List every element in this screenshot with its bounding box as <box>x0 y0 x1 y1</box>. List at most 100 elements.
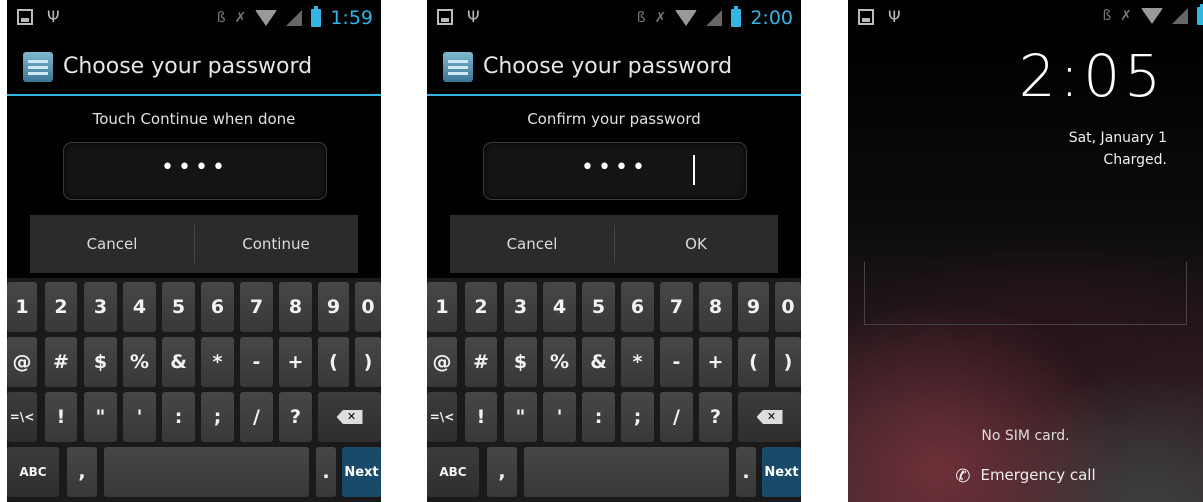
key-single-quote[interactable]: ' <box>123 392 156 442</box>
key-5[interactable]: 5 <box>162 282 195 332</box>
key-percent[interactable]: % <box>543 337 576 387</box>
key-7[interactable]: 7 <box>240 282 273 332</box>
phone-screen-1: Ψ ß ✗ 1:59 Choose your password Touch Co… <box>7 0 381 502</box>
wifi-icon <box>675 10 698 26</box>
key-3[interactable]: 3 <box>504 282 537 332</box>
no-signal-icon: ✗ <box>1120 8 1132 24</box>
cancel-button[interactable]: Cancel <box>450 215 614 273</box>
key-question[interactable]: ? <box>699 392 732 442</box>
key-ampersand[interactable]: & <box>582 337 615 387</box>
key-double-quote[interactable]: " <box>84 392 117 442</box>
key-6[interactable]: 6 <box>621 282 654 332</box>
password-input[interactable]: •••• <box>483 142 747 200</box>
backspace-key[interactable]: ✕ <box>318 392 381 442</box>
password-input[interactable]: •••• <box>63 142 327 200</box>
key-plus[interactable]: + <box>699 337 732 387</box>
ok-button[interactable]: OK <box>614 215 778 273</box>
key-3[interactable]: 3 <box>84 282 117 332</box>
key-6[interactable]: 6 <box>201 282 234 332</box>
key-2[interactable]: 2 <box>465 282 497 332</box>
cancel-button[interactable]: Cancel <box>30 215 194 273</box>
backspace-icon: ✕ <box>336 410 363 424</box>
usb-icon: Ψ <box>888 7 901 26</box>
key-exclamation[interactable]: ! <box>465 392 497 442</box>
bluetooth-icon: ß <box>216 10 226 26</box>
key-9[interactable]: 9 <box>738 282 769 332</box>
key-percent[interactable]: % <box>123 337 156 387</box>
key-comma[interactable]: , <box>67 447 97 497</box>
button-bar: Cancel Continue <box>30 215 358 273</box>
key-minus[interactable]: - <box>660 337 693 387</box>
key-1[interactable]: 1 <box>7 282 37 332</box>
key-question[interactable]: ? <box>279 392 312 442</box>
key-2[interactable]: 2 <box>45 282 77 332</box>
key-asterisk[interactable]: * <box>621 337 654 387</box>
signal-icon <box>286 10 303 26</box>
status-bar: Ψ ß ✗ 2:00 <box>427 0 801 40</box>
key-4[interactable]: 4 <box>123 282 156 332</box>
signal-icon <box>1172 8 1188 24</box>
status-bar: Ψ ß ✗ <box>848 0 1203 40</box>
next-key[interactable]: Next <box>342 447 381 497</box>
key-symbols-shift[interactable]: =\< <box>427 392 457 442</box>
key-dollar[interactable]: $ <box>84 337 117 387</box>
key-comma[interactable]: , <box>487 447 517 497</box>
key-hash[interactable]: # <box>465 337 497 387</box>
usb-icon: Ψ <box>467 7 480 26</box>
key-symbols-shift[interactable]: =\< <box>7 392 37 442</box>
key-dollar[interactable]: $ <box>504 337 537 387</box>
wifi-icon <box>1141 8 1163 24</box>
key-0[interactable]: 0 <box>775 282 801 332</box>
screenshot-icon <box>437 9 453 25</box>
key-semicolon[interactable]: ; <box>201 392 234 442</box>
phone-icon: ✆ <box>955 466 971 487</box>
space-key[interactable] <box>104 447 309 497</box>
key-double-quote[interactable]: " <box>504 392 537 442</box>
key-8[interactable]: 8 <box>279 282 312 332</box>
unlock-area[interactable] <box>864 262 1187 325</box>
key-asterisk[interactable]: * <box>201 337 234 387</box>
key-semicolon[interactable]: ; <box>621 392 654 442</box>
key-open-paren[interactable]: ( <box>318 337 349 387</box>
text-cursor <box>693 155 695 185</box>
key-7[interactable]: 7 <box>660 282 693 332</box>
key-close-paren[interactable]: ) <box>355 337 381 387</box>
key-4[interactable]: 4 <box>543 282 576 332</box>
bluetooth-icon: ß <box>1102 8 1112 24</box>
no-signal-icon: ✗ <box>654 10 667 26</box>
continue-button[interactable]: Continue <box>194 215 358 273</box>
key-1[interactable]: 1 <box>427 282 457 332</box>
emergency-call-button[interactable]: ✆ Emergency call <box>848 466 1203 487</box>
key-plus[interactable]: + <box>279 337 312 387</box>
key-hash[interactable]: # <box>45 337 77 387</box>
key-slash[interactable]: / <box>240 392 273 442</box>
key-close-paren[interactable]: ) <box>775 337 801 387</box>
key-ampersand[interactable]: & <box>162 337 195 387</box>
emergency-call-label: Emergency call <box>980 466 1096 484</box>
key-slash[interactable]: / <box>660 392 693 442</box>
usb-icon: Ψ <box>47 7 60 26</box>
action-bar: Choose your password <box>7 40 381 96</box>
screenshot-icon <box>858 9 874 25</box>
key-5[interactable]: 5 <box>582 282 615 332</box>
backspace-key[interactable]: ✕ <box>738 392 801 442</box>
key-abc[interactable]: ABC <box>427 447 479 497</box>
space-key[interactable] <box>524 447 729 497</box>
password-mask: •••• <box>581 155 649 180</box>
key-exclamation[interactable]: ! <box>45 392 77 442</box>
sim-status: No SIM card. <box>981 428 1070 444</box>
key-abc[interactable]: ABC <box>7 447 59 497</box>
key-colon[interactable]: : <box>582 392 615 442</box>
key-0[interactable]: 0 <box>355 282 381 332</box>
key-minus[interactable]: - <box>240 337 273 387</box>
key-at[interactable]: @ <box>427 337 457 387</box>
key-period[interactable]: . <box>736 447 756 497</box>
next-key[interactable]: Next <box>762 447 801 497</box>
key-at[interactable]: @ <box>7 337 37 387</box>
key-open-paren[interactable]: ( <box>738 337 769 387</box>
key-8[interactable]: 8 <box>699 282 732 332</box>
key-period[interactable]: . <box>316 447 336 497</box>
key-colon[interactable]: : <box>162 392 195 442</box>
key-single-quote[interactable]: ' <box>543 392 576 442</box>
key-9[interactable]: 9 <box>318 282 349 332</box>
